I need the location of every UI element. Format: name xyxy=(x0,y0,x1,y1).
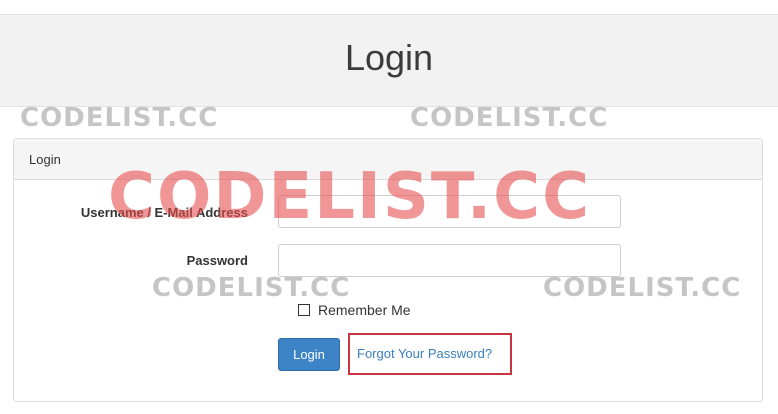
login-button[interactable]: Login xyxy=(278,338,340,371)
remember-me-row[interactable]: Remember Me xyxy=(298,302,411,318)
password-label: Password xyxy=(186,253,248,268)
page-title: Login xyxy=(344,37,434,78)
watermark: CODELIST.CC xyxy=(20,103,219,133)
username-label: Username / E-Mail Address xyxy=(80,205,248,220)
forgot-password-link[interactable]: Forgot Your Password? xyxy=(357,346,492,361)
panel-heading: Login xyxy=(14,139,762,180)
watermark: CODELIST.CC xyxy=(410,103,609,133)
password-input[interactable] xyxy=(278,244,621,277)
remember-me-checkbox[interactable] xyxy=(298,304,310,316)
username-input[interactable] xyxy=(278,195,621,228)
remember-me-label[interactable]: Remember Me xyxy=(318,302,411,318)
